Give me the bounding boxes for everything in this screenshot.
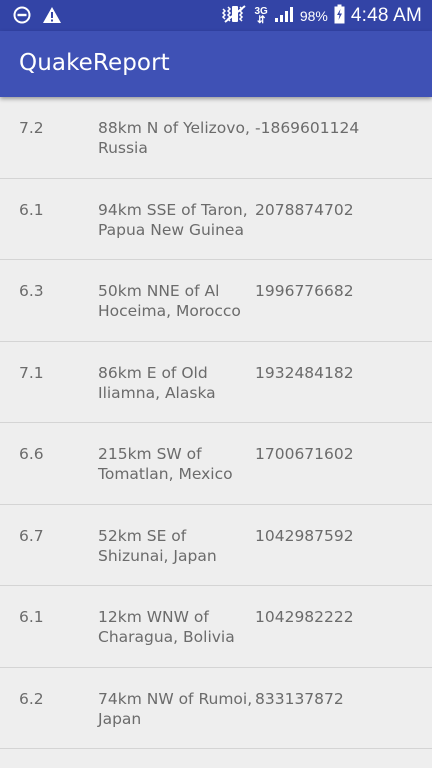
list-item[interactable]: 6.1 94km SSE of Taron, Papua New Guinea 20… xyxy=(0,179,432,260)
magnitude-text: 6.3 xyxy=(19,282,44,300)
location-text: 86km E of Old Iliamna, Alaska xyxy=(98,363,216,402)
magnitude-text: 6.2 xyxy=(19,689,44,708)
list-item[interactable]: 6.3 50km NNE of Al Hoceima, Morocco 199677… xyxy=(0,260,432,342)
list-item[interactable]: 7.1 86km E of Old Iliamna, Alaska 19324841… xyxy=(0,342,432,423)
magnitude-text: 7.2 xyxy=(19,119,44,137)
time-text: 1042987592 xyxy=(255,526,354,545)
time-text: -1869601124 xyxy=(255,119,360,137)
location-text: 74km NW of Rumoi, Japan xyxy=(98,689,253,728)
clock: 4:48 AM xyxy=(350,5,422,26)
battery-charging-icon xyxy=(334,4,345,28)
magnitude-text: 6.7 xyxy=(19,526,44,545)
time-text: 833137872 xyxy=(255,689,344,708)
location-text: 52km SE of Shizunai, Japan xyxy=(98,526,217,565)
status-bar: 3G ⇵ 98% 4:48 AM xyxy=(0,0,432,31)
status-right-group: 3G ⇵ 98% 4:48 AM xyxy=(221,4,423,28)
list-item[interactable]: 7.2 88km N of Yelizovo, Russia -1869601124 xyxy=(0,97,432,179)
status-left-group xyxy=(13,6,62,28)
list-item[interactable]: 6.1 12km WNW of Charagua, Bolivia 10429822… xyxy=(0,586,432,668)
time-text: 1042982222 xyxy=(255,608,354,626)
time-text: 1996776682 xyxy=(255,282,354,300)
time-text: 1700671602 xyxy=(255,445,354,463)
do-not-disturb-icon xyxy=(13,6,31,28)
battery-percent: 98% xyxy=(299,8,328,24)
magnitude-text: 6.1 xyxy=(19,200,44,219)
vibrate-icon xyxy=(221,4,249,28)
time-text: 1932484182 xyxy=(255,363,354,382)
time-text: 2078874702 xyxy=(255,200,354,219)
network-type-label: 3G xyxy=(254,6,268,17)
warning-icon xyxy=(42,6,62,28)
earthquake-list[interactable]: 7.2 88km N of Yelizovo, Russia -1869601124… xyxy=(0,97,432,749)
location-text: 88km N of Yelizovo, Russia xyxy=(98,119,250,157)
signal-icon xyxy=(274,5,294,27)
magnitude-text: 7.1 xyxy=(19,363,44,382)
magnitude-text: 6.1 xyxy=(19,608,44,626)
app-title: QuakeReport xyxy=(19,50,170,76)
location-text: 12km WNW of Charagua, Bolivia xyxy=(98,608,235,646)
app-bar: QuakeReport xyxy=(0,31,432,97)
magnitude-text: 6.6 xyxy=(19,445,44,463)
list-item[interactable]: 6.2 74km NW of Rumoi, Japan 833137872 xyxy=(0,668,432,749)
location-text: 215km SW of Tomatlan, Mexico xyxy=(98,445,233,483)
list-item[interactable]: 6.7 52km SE of Shizunai, Japan 1042987592 xyxy=(0,505,432,586)
location-text: 50km NNE of Al Hoceima, Morocco xyxy=(98,282,241,320)
list-item[interactable]: 6.6 215km SW of Tomatlan, Mexico 170067160… xyxy=(0,423,432,505)
network-type-indicator: 3G ⇵ xyxy=(254,6,268,26)
location-text: 94km SSE of Taron, Papua New Guinea xyxy=(98,200,248,239)
